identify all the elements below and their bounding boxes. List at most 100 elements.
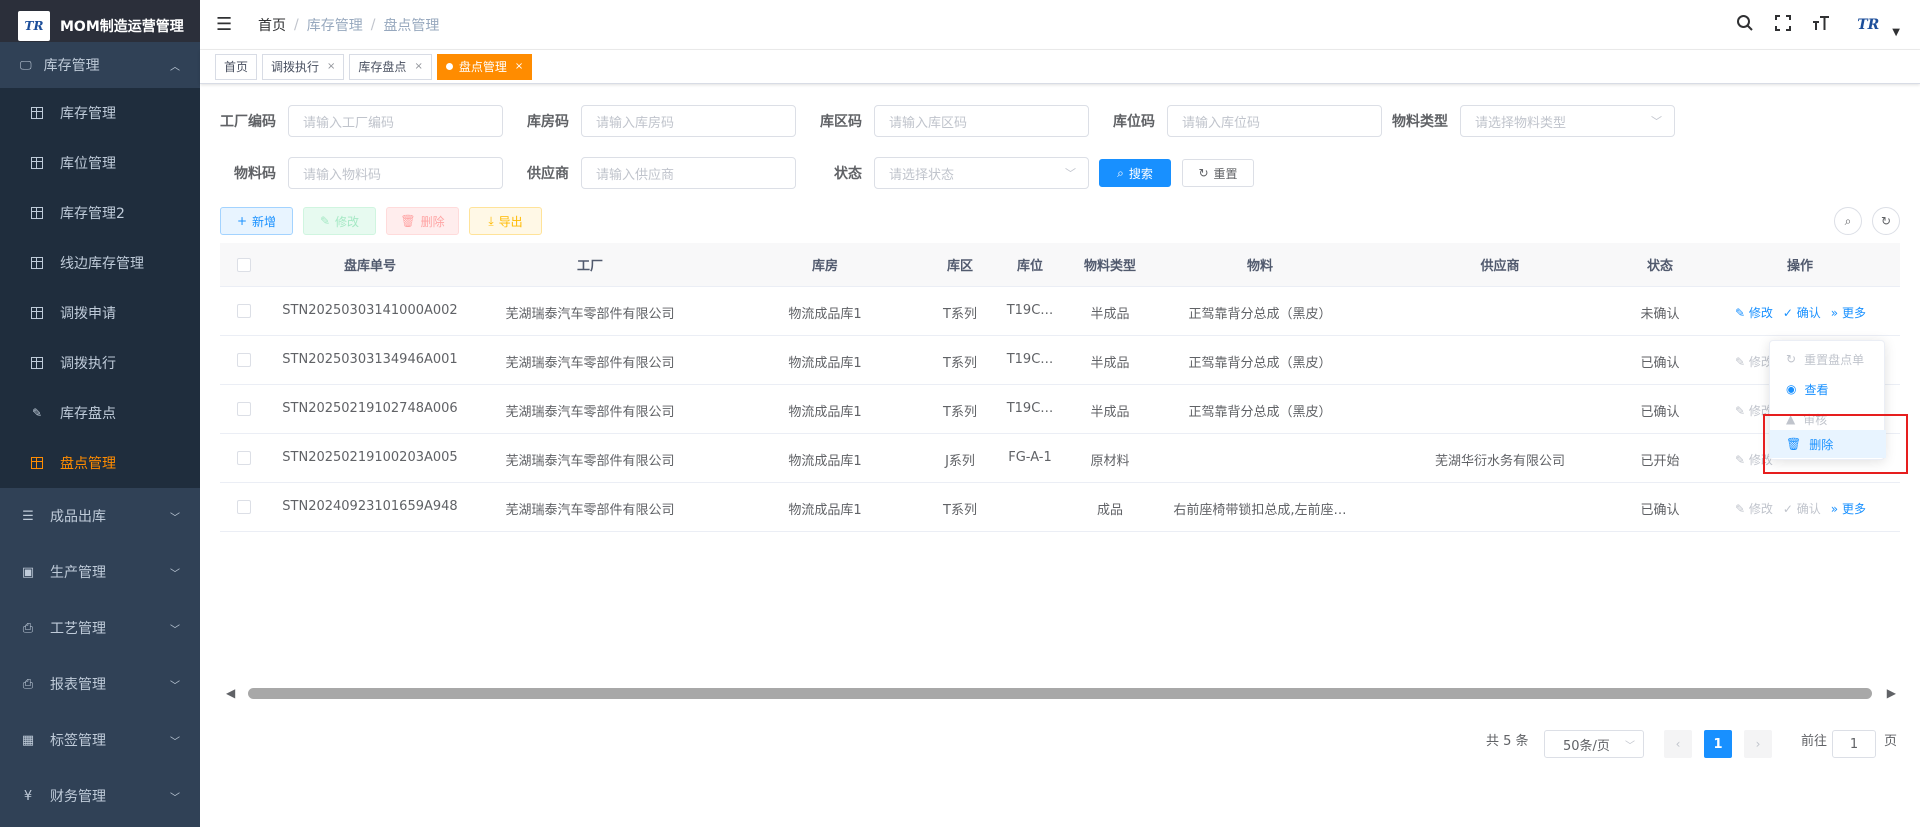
chevron-down-icon: ﹀ — [170, 512, 180, 524]
close-icon[interactable]: × — [515, 61, 523, 72]
label-material-type: 物料类型 — [1392, 114, 1448, 130]
menu-production[interactable]: ▣ 生产管理 ﹀ — [0, 544, 200, 600]
header-actions: TR ▼ — [1734, 0, 1900, 50]
menu-label[interactable]: ▦ 标签管理 ﹀ — [0, 712, 200, 768]
hamburger-icon[interactable]: ☰ — [216, 14, 236, 35]
close-icon[interactable]: × — [414, 61, 422, 72]
eye-icon: ◉ — [1786, 382, 1797, 396]
select-all-checkbox[interactable] — [237, 258, 251, 272]
sidebar-item-stocktake[interactable]: ✎ 库存盘点 — [0, 388, 200, 438]
breadcrumb-inventory[interactable]: 库存管理 — [307, 15, 363, 35]
more-link[interactable]: » 更多 — [1831, 304, 1866, 321]
table-icon — [30, 306, 44, 320]
goto-page-input[interactable]: 1 — [1832, 730, 1876, 758]
row-checkbox[interactable] — [237, 304, 251, 318]
cell-location: T19C… — [1006, 352, 1054, 367]
chevron-down-icon: ﹀ — [1651, 115, 1662, 128]
menu-report[interactable]: ⎙ 报表管理 ﹀ — [0, 656, 200, 712]
chevron-left-icon: ‹ — [1675, 737, 1681, 751]
sidebar-item-transfer-request[interactable]: 调拨申请 — [0, 288, 200, 338]
refresh-button[interactable]: ↻ — [1872, 207, 1900, 235]
menu-inventory[interactable]: 🖵 库存管理 ︿ — [0, 42, 200, 88]
avatar[interactable]: TR — [1848, 10, 1888, 40]
table-icon — [30, 256, 44, 270]
search-button[interactable]: ⌕ 搜索 — [1099, 159, 1171, 187]
sidebar-item-lineside[interactable]: 线边库存管理 — [0, 238, 200, 288]
material-code-input[interactable]: 请输入物料码 — [288, 157, 503, 189]
location-code-input[interactable]: 请输入库位码 — [1167, 105, 1382, 137]
next-page-button[interactable]: › — [1744, 730, 1772, 758]
sidebar-item-inventory2[interactable]: 库存管理2 — [0, 188, 200, 238]
add-button[interactable]: + 新增 — [220, 207, 293, 235]
search-icon[interactable] — [1734, 14, 1756, 37]
warehouse-code-input[interactable]: 请输入库房码 — [581, 105, 796, 137]
sidebar-item-location[interactable]: 库位管理 — [0, 138, 200, 188]
tags-view: 首页 调拨执行 × 库存盘点 × 盘点管理 × — [200, 50, 1920, 84]
cell-zone: T系列 — [943, 405, 977, 420]
cell-warehouse: 物流成品库1 — [788, 356, 862, 371]
confirm-link[interactable]: ✓ 确认 — [1783, 304, 1821, 321]
row-checkbox[interactable] — [237, 353, 251, 367]
edit-icon: ✎ — [1735, 502, 1749, 516]
cell-factory: 芜湖瑞泰汽车零部件有限公司 — [505, 503, 675, 518]
font-size-icon[interactable] — [1810, 14, 1832, 37]
fullscreen-icon[interactable] — [1772, 14, 1794, 37]
tag-stocktake[interactable]: 库存盘点 × — [349, 53, 432, 80]
close-icon[interactable]: × — [327, 61, 335, 72]
chevron-down-icon: ﹀ — [1065, 167, 1076, 180]
edit-icon: ✎ — [31, 406, 43, 420]
table-icon — [30, 456, 44, 470]
sidebar-item-inventory[interactable]: 库存管理 — [0, 88, 200, 138]
reset-stocktake-menu-item[interactable]: ↻ 重置盘点单 — [1770, 345, 1886, 373]
more-link[interactable]: » 更多 — [1831, 500, 1866, 517]
row-checkbox[interactable] — [237, 500, 251, 514]
arrow-right-icon[interactable]: ▶ — [1887, 686, 1896, 700]
material-type-select[interactable]: 请选择物料类型 ﹀ — [1460, 105, 1675, 137]
factory-code-input[interactable]: 请输入工厂编码 — [288, 105, 503, 137]
caret-down-icon[interactable]: ▼ — [1892, 27, 1900, 38]
tag-home[interactable]: 首页 — [215, 53, 258, 80]
chevron-down-icon: ﹀ — [1625, 740, 1635, 752]
sidebar-item-stocktake-mgmt[interactable]: 盘点管理 — [0, 438, 200, 488]
supplier-input[interactable]: 请输入供应商 — [581, 157, 796, 189]
delete-button[interactable]: 🗑 删除 — [386, 207, 459, 235]
zone-code-input[interactable]: 请输入库区码 — [874, 105, 1089, 137]
current-page-button[interactable]: 1 — [1704, 730, 1732, 758]
chevron-down-icon: ﹀ — [170, 792, 180, 804]
print-icon: ⎙ — [22, 620, 34, 636]
list-icon: ☰ — [22, 508, 34, 524]
edit-link[interactable]: ✎ 修改 — [1735, 500, 1773, 517]
edit-icon: ✎ — [1735, 355, 1749, 369]
export-button[interactable]: ⤓ 导出 — [469, 207, 542, 235]
edit-link[interactable]: ✎ 修改 — [1735, 304, 1773, 321]
refresh-icon: ↻ — [1198, 166, 1209, 180]
confirm-link[interactable]: ✓ 确认 — [1783, 500, 1821, 517]
scrollbar-thumb[interactable] — [248, 688, 1872, 699]
sidebar-item-transfer-exec[interactable]: 调拨执行 — [0, 338, 200, 388]
page-size-select[interactable]: 50条/页 ﹀ — [1544, 730, 1644, 758]
reset-button[interactable]: ↻ 重置 — [1182, 159, 1254, 187]
row-checkbox[interactable] — [237, 451, 251, 465]
cell-material: 右前座椅带锁扣总成,左前座… — [1173, 503, 1347, 518]
cell-factory: 芜湖瑞泰汽车零部件有限公司 — [505, 454, 675, 469]
menu-outbound[interactable]: ☰ 成品出库 ﹀ — [0, 488, 200, 544]
menu-finance[interactable]: ¥ 财务管理 ﹀ — [0, 768, 200, 824]
menu-process[interactable]: ⎙ 工艺管理 ﹀ — [0, 600, 200, 656]
toggle-search-button[interactable]: ⌕ — [1834, 207, 1862, 235]
view-menu-item[interactable]: ◉ 查看 — [1770, 375, 1886, 403]
cell-material: 正驾靠背分总成（黑皮） — [1188, 405, 1332, 420]
tag-transfer-exec[interactable]: 调拨执行 × — [262, 53, 345, 80]
chevron-right-icon: › — [1755, 737, 1761, 751]
cell-factory: 芜湖瑞泰汽车零部件有限公司 — [505, 356, 675, 371]
grid-icon: ▦ — [21, 732, 35, 748]
row-checkbox[interactable] — [237, 402, 251, 416]
edit-button[interactable]: ✎ 修改 — [303, 207, 376, 235]
edit-link[interactable]: ✎ 修改 — [1735, 353, 1773, 370]
breadcrumb-home[interactable]: 首页 — [258, 15, 286, 35]
status-select[interactable]: 请选择状态 ﹀ — [874, 157, 1089, 189]
tag-stocktake-mgmt[interactable]: 盘点管理 × — [436, 53, 533, 80]
horizontal-scrollbar[interactable]: ◀ ▶ — [220, 685, 1900, 701]
cell-location: T19C… — [1006, 401, 1054, 416]
arrow-left-icon[interactable]: ◀ — [226, 686, 235, 700]
prev-page-button[interactable]: ‹ — [1664, 730, 1692, 758]
